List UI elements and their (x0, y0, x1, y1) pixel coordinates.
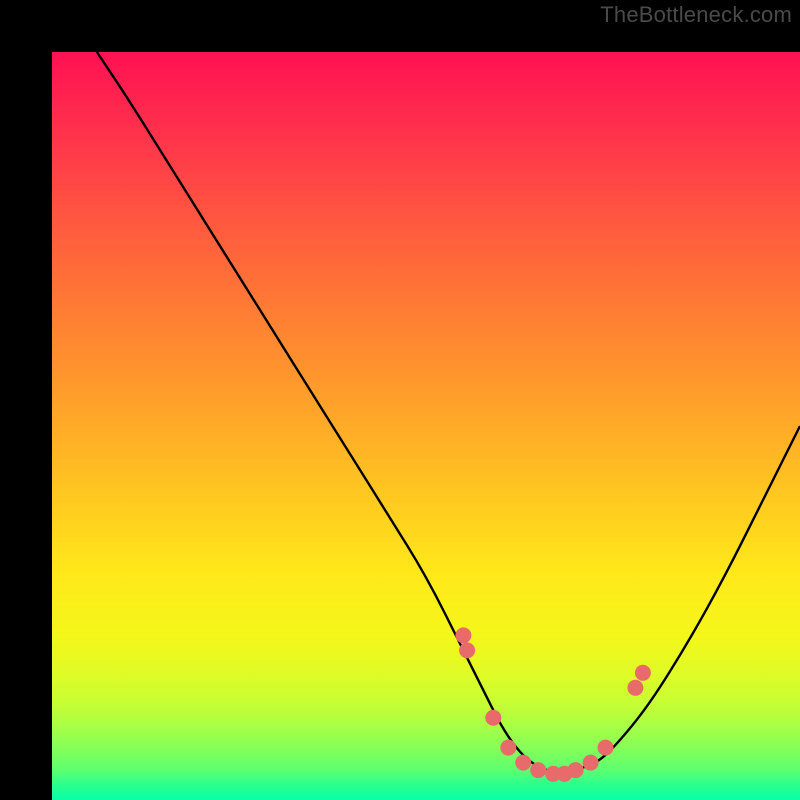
marker-point (568, 762, 584, 778)
bottleneck-curve-svg (52, 52, 800, 800)
marker-point (515, 755, 531, 771)
plot-area (52, 52, 800, 800)
marker-point (635, 665, 651, 681)
chart-frame (0, 0, 800, 800)
marker-point (455, 627, 471, 643)
marker-point (485, 710, 501, 726)
marker-point (583, 755, 599, 771)
watermark-text: TheBottleneck.com (600, 2, 792, 28)
marker-point (500, 740, 516, 756)
marker-group (455, 627, 651, 781)
marker-point (598, 740, 614, 756)
marker-point (530, 762, 546, 778)
curve-path (97, 52, 800, 773)
marker-point (627, 680, 643, 696)
marker-point (459, 642, 475, 658)
